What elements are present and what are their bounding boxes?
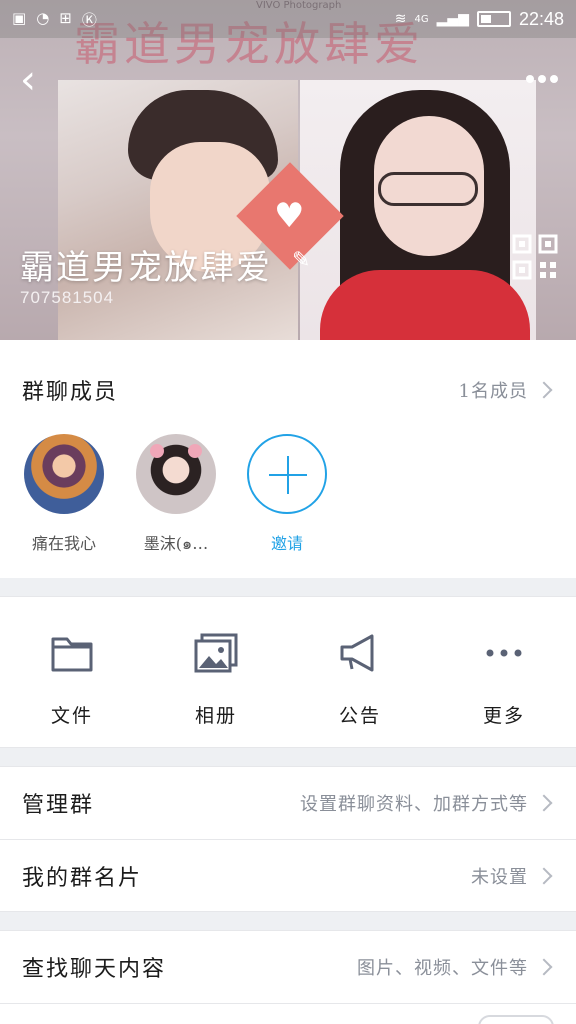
members-section: 群聊成员 1名成员 痛在我心 墨沫(๑… 邀请	[0, 340, 576, 578]
tool-more-button[interactable]: 更多	[444, 633, 564, 728]
tool-label: 文件	[50, 705, 93, 727]
image-notification-icon: ▣	[12, 8, 27, 27]
app-notification-icon: ⊞	[59, 8, 72, 27]
search-chat-label: 查找聊天内容	[22, 957, 167, 982]
k-notification-icon: Ⓚ	[81, 10, 97, 29]
more-options-button[interactable]	[518, 64, 566, 94]
chat-notification-icon: ◔	[36, 8, 50, 27]
group-header: 霸道男宠放肆爱 VIVO Photograph ♥ ▣ ◔ ⊞ Ⓚ ≋ 4G ▂…	[0, 0, 576, 340]
album-icon	[194, 633, 238, 673]
search-section: 查找聊天内容 图片、视频、文件等	[0, 930, 576, 1024]
chevron-right-icon	[535, 958, 553, 976]
folder-icon	[51, 637, 93, 672]
settings-section: 管理群 设置群聊资料、加群方式等 我的群名片 未设置	[0, 766, 576, 912]
clock: 22:48	[518, 8, 564, 29]
group-tools-section: 文件 相册 公告 更多	[0, 596, 576, 748]
heart-icon: ♥	[274, 196, 305, 236]
tool-label: 更多	[482, 705, 525, 727]
chevron-left-icon: ‹	[20, 57, 36, 103]
manage-group-label: 管理群	[22, 793, 95, 818]
more-icon	[486, 649, 522, 657]
tool-label: 相册	[194, 705, 237, 727]
member-count: 1名成员	[458, 381, 528, 402]
group-name[interactable]: 霸道男宠放肆爱	[20, 240, 272, 289]
avatar	[24, 434, 104, 514]
chevron-right-icon	[535, 867, 553, 885]
group-card-value: 未设置	[471, 867, 528, 888]
chevron-right-icon	[535, 381, 553, 399]
network-label: 4G	[414, 13, 429, 25]
invite-button[interactable]: 邀请	[242, 434, 332, 554]
group-id: 707581504	[20, 288, 115, 307]
edit-pencil-icon[interactable]: ✎	[292, 248, 310, 273]
search-chat-value: 图片、视频、文件等	[357, 958, 528, 979]
member-name: 墨沫(๑…	[143, 534, 209, 553]
tool-announcement-button[interactable]: 公告	[300, 633, 420, 728]
search-chat-row[interactable]: 查找聊天内容 图片、视频、文件等	[0, 931, 576, 1003]
signal-icon: ▂▄▆	[436, 11, 469, 27]
tool-files-button[interactable]: 文件	[12, 633, 132, 728]
plus-icon	[247, 434, 327, 514]
divider	[0, 1003, 576, 1004]
megaphone-icon	[340, 634, 374, 672]
members-title: 群聊成员	[22, 380, 119, 405]
members-header-row[interactable]: 群聊成员 1名成员	[0, 354, 576, 426]
member-item[interactable]: 痛在我心	[19, 434, 109, 554]
avatar	[136, 434, 216, 514]
group-card-label: 我的群名片	[22, 866, 143, 891]
manage-group-row[interactable]: 管理群 设置群聊资料、加群方式等	[0, 767, 576, 839]
qr-code-icon[interactable]	[512, 234, 558, 280]
status-bar: ▣ ◔ ⊞ Ⓚ ≋ 4G ▂▄▆ 22:48	[0, 0, 576, 38]
invite-label: 邀请	[270, 534, 303, 553]
chevron-right-icon	[535, 794, 553, 812]
toggle-switch[interactable]	[478, 1015, 554, 1024]
member-item[interactable]: 墨沫(๑…	[131, 434, 221, 557]
battery-icon	[476, 11, 511, 27]
group-card-row[interactable]: 我的群名片 未设置	[0, 840, 576, 912]
manage-group-value: 设置群聊资料、加群方式等	[300, 794, 528, 815]
back-button[interactable]: ‹	[8, 56, 48, 104]
tool-label: 公告	[338, 705, 381, 727]
wifi-icon: ≋	[394, 11, 407, 27]
member-name: 痛在我心	[31, 534, 96, 553]
tool-album-button[interactable]: 相册	[156, 633, 276, 728]
